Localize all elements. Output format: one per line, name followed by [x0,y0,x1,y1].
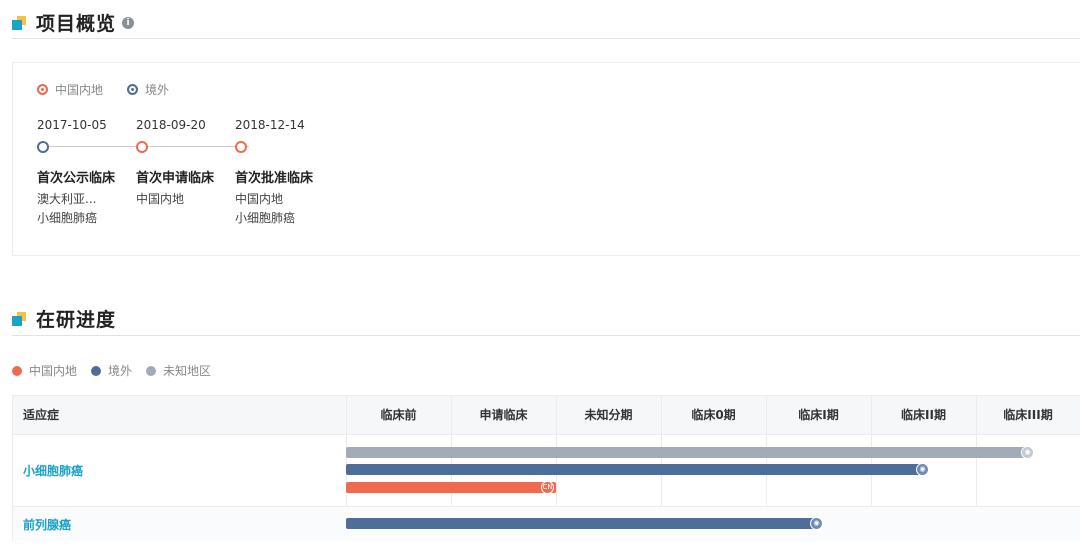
progress-bar-overseas[interactable] [346,464,924,475]
timeline-node-icon [136,141,148,153]
table-header: 适应症 临床前 申请临床 未知分期 临床0期 临床I期 临床II期 临床III期 [13,396,1080,435]
indication-link[interactable]: 前列腺癌 [23,516,71,533]
progress-title: 在研进度 [36,309,117,331]
legend-item-overseas[interactable]: 境外 [127,81,169,98]
legend-label: 未知地区 [163,364,212,378]
globe-icon: ◉ [810,517,823,530]
event-date: 2017-10-05 [37,118,107,132]
table-row: 前列腺癌 ◉ [13,507,1080,541]
event-title: 首次申请临床 [136,171,215,186]
legend-label: 境外 [108,364,133,378]
gray-dot-icon [146,365,157,376]
column-header-indication: 适应症 [23,408,60,422]
event-title: 首次公示临床 [37,171,116,186]
column-header: 临床I期 [798,408,839,422]
cn-badge-icon: CN [541,481,554,494]
section-square-icon [12,15,26,30]
legend-label: 境外 [145,83,170,97]
timeline-line [49,146,249,147]
red-dot-icon [12,365,22,376]
event-region: 中国内地 [136,192,185,206]
column-header: 临床0期 [691,408,736,422]
blue-ring-icon [127,84,139,95]
globe-icon: ◉ [1021,446,1034,459]
progress-table: 适应症 临床前 申请临床 未知分期 临床0期 临床I期 临床II期 临床III期… [12,395,1080,541]
overview-header: 项目概览 i [12,9,135,36]
column-header: 临床II期 [901,408,946,422]
legend-item-overseas[interactable]: 境外 [91,362,132,379]
info-icon[interactable]: i [122,16,135,29]
progress-bar-overseas[interactable] [346,518,816,529]
overview-card: 中国内地 境外 2017-10-05 首次公示临床 澳大利亚... 小细胞肺癌 … [12,62,1080,256]
legend-item-unknown[interactable]: 未知地区 [146,362,211,379]
timeline-node-icon [37,141,49,153]
timeline-node-icon [235,141,247,153]
event-indication: 小细胞肺癌 [37,211,98,225]
legend-item-mainland[interactable]: 中国内地 [12,362,77,379]
overview-divider [12,38,1080,39]
column-header: 未知分期 [584,408,633,422]
progress-bar-unknown[interactable] [346,447,1026,458]
progress-legend: 中国内地 境外 未知地区 [12,362,235,379]
table-row: 小细胞肺癌 ◉ ◉ CN [13,435,1080,507]
event-date: 2018-09-20 [136,118,206,132]
column-header: 申请临床 [479,408,528,422]
section-square-icon [12,311,26,326]
event-region: 澳大利亚... [37,192,97,206]
progress-header: 在研进度 [12,305,116,332]
globe-icon: ◉ [916,463,929,476]
event-region: 中国内地 [235,192,284,206]
column-header: 临床III期 [1003,408,1053,422]
progress-divider [12,335,1080,336]
legend-item-mainland[interactable]: 中国内地 [37,81,103,98]
overview-title: 项目概览 [36,13,117,35]
event-date: 2018-12-14 [235,118,305,132]
overview-legend: 中国内地 境外 [37,81,193,98]
blue-dot-icon [91,365,102,376]
event-indication: 小细胞肺癌 [235,211,296,225]
progress-bar-mainland[interactable] [346,482,556,493]
event-title: 首次批准临床 [235,171,314,186]
red-ring-icon [37,84,48,95]
column-header: 临床前 [380,408,417,422]
indication-link[interactable]: 小细胞肺癌 [23,462,83,479]
legend-label: 中国内地 [29,364,78,378]
legend-label: 中国内地 [55,83,104,97]
